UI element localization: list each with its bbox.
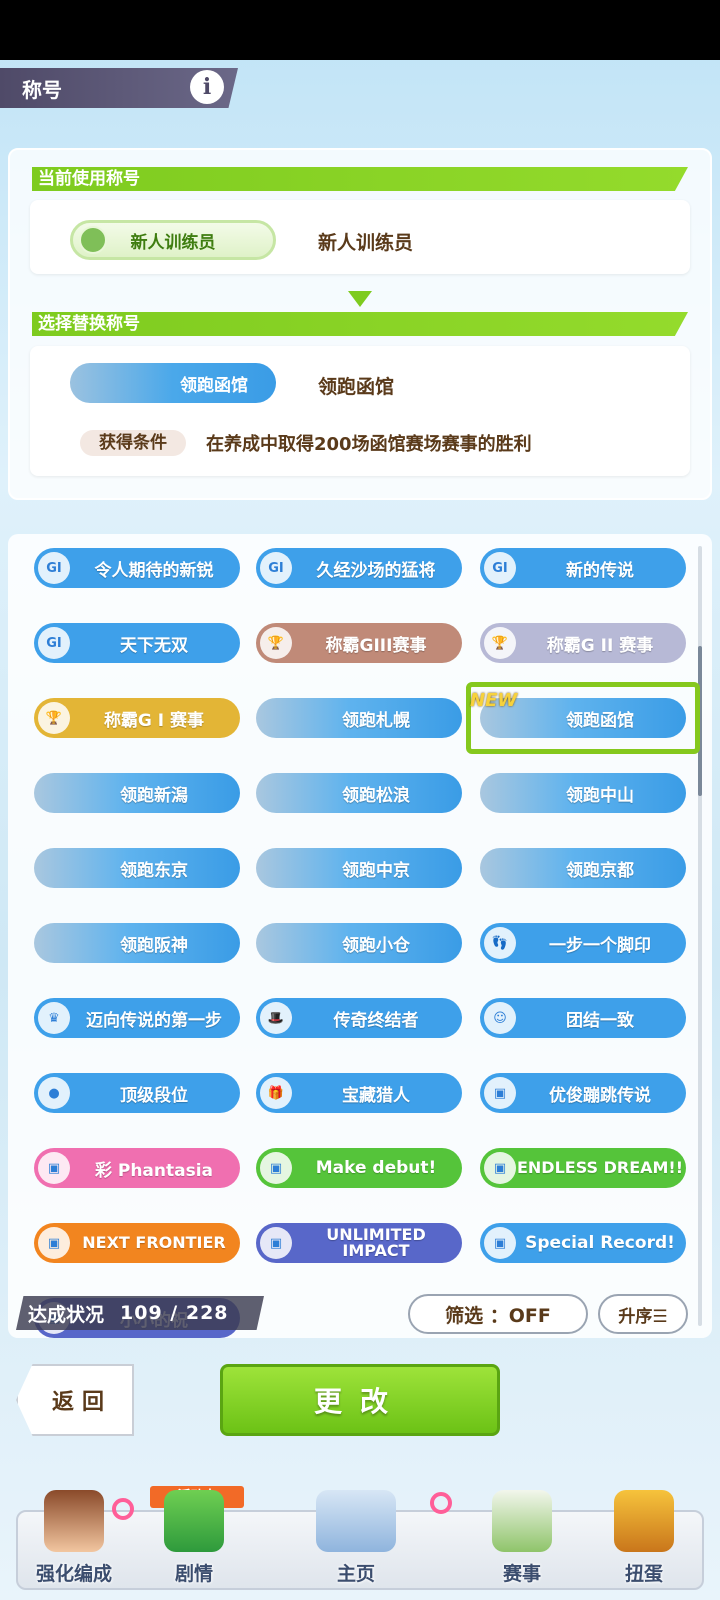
title-item[interactable]: GI 令人期待的新锐 <box>34 548 240 588</box>
current-title-badge: 新人训练员 <box>70 220 276 260</box>
screen-title: 称号 <box>22 77 62 102</box>
crown-icon: ♛ <box>38 1002 70 1034</box>
card-icon: ▣ <box>260 1152 292 1184</box>
condition-text: 在养成中取得200场函馆赛场赛事的胜利 <box>206 434 532 455</box>
title-item[interactable]: 领跑阪神 <box>34 923 240 963</box>
title-item[interactable]: 领跑松浪 <box>256 773 462 813</box>
GI-icon: GI <box>38 627 70 659</box>
title-item[interactable]: ▣ Special Record! <box>480 1223 686 1263</box>
title-item[interactable]: ▣ ENDLESS DREAM!! <box>480 1148 686 1188</box>
card-icon: ▣ <box>484 1077 516 1109</box>
medal-icon: ● <box>38 1077 70 1109</box>
title-item[interactable]: 领跑中京 <box>256 848 462 888</box>
current-title-header: 当前使用称号 <box>32 167 688 191</box>
title-item[interactable]: 🏆 称霸G I 赛事 <box>34 698 240 738</box>
filter-button[interactable]: 筛选 ：OFF <box>408 1294 588 1334</box>
title-item[interactable]: GI 久经沙场的猛将 <box>256 548 462 588</box>
title-item[interactable]: ▣ 彩 Phantasia <box>34 1148 240 1188</box>
list-scrollbar[interactable] <box>698 546 702 1326</box>
gacha-door-icon <box>614 1490 674 1552</box>
gift-icon: 🎁 <box>260 1077 292 1109</box>
trophy-icon: 🏆 <box>484 627 516 659</box>
race-gate-icon <box>492 1490 552 1552</box>
nav-enhance[interactable]: 强化编成 <box>14 1490 134 1590</box>
title-item[interactable]: ▣ 优俊蹦跳传说 <box>480 1073 686 1113</box>
title-item[interactable]: 🎁 宝藏猎人 <box>256 1073 462 1113</box>
notify-ring-icon <box>112 1498 134 1520</box>
selected-title-name: 领跑函馆 <box>318 376 395 398</box>
title-item[interactable]: 领跑京都 <box>480 848 686 888</box>
title-item[interactable]: 领跑东京 <box>34 848 240 888</box>
system-status-bar <box>0 0 720 60</box>
title-item[interactable]: 领跑中山 <box>480 773 686 813</box>
nav-home[interactable]: 主页 <box>296 1490 452 1590</box>
title-item[interactable]: ▣ Make debut! <box>256 1148 462 1188</box>
title-item[interactable]: 领跑新潟 <box>34 773 240 813</box>
achievement-status: 达成状况 109 / 228 <box>16 1296 264 1330</box>
new-tag: NEW <box>470 690 518 711</box>
story-book-icon <box>164 1490 224 1552</box>
current-title-name: 新人训练员 <box>318 232 414 254</box>
team-icon: ☺ <box>484 1002 516 1034</box>
card-icon: ▣ <box>260 1227 292 1259</box>
nav-gacha[interactable]: 扭蛋 <box>584 1490 704 1590</box>
selected-title-badge: 领跑函馆 <box>70 363 276 403</box>
GI-icon: GI <box>38 552 70 584</box>
trophy-icon: 🏆 <box>38 702 70 734</box>
character-avatar-icon <box>44 1490 104 1552</box>
title-item[interactable]: ● 顶级段位 <box>34 1073 240 1113</box>
sort-button[interactable]: 升序☰ <box>598 1294 688 1334</box>
scroll-thumb[interactable] <box>698 646 702 796</box>
title-item[interactable]: 👣 一步一个脚印 <box>480 923 686 963</box>
title-item[interactable]: 领跑札幌 <box>256 698 462 738</box>
laurel-emblem-icon <box>79 226 107 254</box>
title-item[interactable]: 领跑小仓 <box>256 923 462 963</box>
hat-icon: 🎩 <box>260 1002 292 1034</box>
title-item[interactable]: 🎩 传奇终结者 <box>256 998 462 1038</box>
GI-icon: GI <box>260 552 292 584</box>
card-icon: ▣ <box>484 1152 516 1184</box>
title-item[interactable]: 🏆 称霸G II 赛事 <box>480 623 686 663</box>
title-item[interactable]: ♛ 迈向传说的第一步 <box>34 998 240 1038</box>
change-button[interactable]: 更改 <box>220 1364 500 1436</box>
nav-story[interactable]: 剧情 <box>134 1490 254 1590</box>
notify-ring-icon <box>430 1492 452 1514</box>
replace-title-header: 选择替换称号 <box>32 312 688 336</box>
card-icon: ▣ <box>38 1227 70 1259</box>
title-item[interactable]: GI 新的传说 <box>480 548 686 588</box>
trophy-icon: 🏆 <box>260 627 292 659</box>
title-item[interactable]: ▣ UNLIMITED IMPACT <box>256 1223 462 1263</box>
GI-icon: GI <box>484 552 516 584</box>
footprint-icon: 👣 <box>484 927 516 959</box>
card-icon: ▣ <box>484 1227 516 1259</box>
arrow-down-icon <box>348 291 372 307</box>
home-building-icon <box>316 1490 396 1552</box>
card-icon: ▣ <box>38 1152 70 1184</box>
info-icon[interactable]: i <box>190 70 224 104</box>
condition-label: 获得条件 <box>80 430 186 456</box>
title-item[interactable]: 🏆 称霸GIII赛事 <box>256 623 462 663</box>
title-item[interactable]: ▣ NEXT FRONTIER <box>34 1223 240 1263</box>
back-button[interactable]: 返回 <box>16 1364 134 1436</box>
title-item[interactable]: ☺ 团结一致 <box>480 998 686 1038</box>
nav-race[interactable]: 赛事 <box>462 1490 582 1590</box>
title-item[interactable]: GI 天下无双 <box>34 623 240 663</box>
